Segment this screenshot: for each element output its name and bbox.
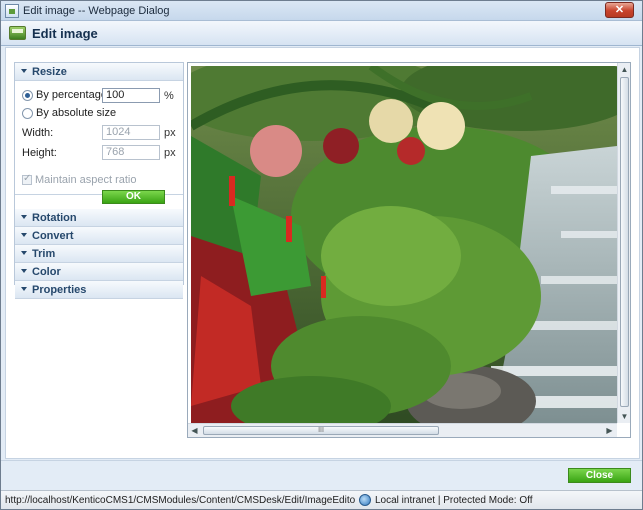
tools-panel: Resize By percentage 100 % By absolute s…	[14, 62, 184, 299]
width-label: Width:	[22, 127, 54, 139]
expand-arrow-icon	[21, 251, 27, 256]
window-close-button[interactable]: ✕	[605, 2, 634, 18]
percentage-input[interactable]: 100	[102, 88, 160, 103]
security-zone: Local intranet | Protected Mode: Off	[375, 495, 533, 506]
section-resize-header[interactable]: Resize	[15, 63, 183, 81]
by-absolute-radio[interactable]	[22, 107, 33, 119]
vertical-scroll-thumb[interactable]	[620, 77, 629, 407]
expand-arrow-icon	[21, 269, 27, 274]
garden-waterfall-image	[191, 66, 617, 429]
image-preview	[191, 66, 617, 429]
image-edit-icon	[9, 26, 26, 40]
status-url: http://localhost/KenticoCMS1/CMSModules/…	[5, 495, 355, 506]
section-label: Rotation	[32, 212, 77, 224]
percent-unit: %	[164, 90, 174, 102]
close-button[interactable]: Close	[568, 468, 631, 483]
maintain-aspect-label: Maintain aspect ratio	[35, 174, 137, 186]
width-input[interactable]: 1024	[102, 125, 160, 140]
scroll-down-icon[interactable]: ▼	[619, 411, 630, 422]
expand-arrow-icon	[21, 69, 27, 74]
image-preview-frame: ▲ ▼ ◀ III ▶	[187, 62, 631, 438]
section-label: Trim	[32, 248, 56, 260]
by-percentage-label: By percentage	[36, 89, 107, 102]
by-absolute-option[interactable]: By absolute size	[22, 107, 116, 121]
content-area: Resize By percentage 100 % By absolute s…	[5, 47, 640, 459]
dialog-title: Edit image	[32, 26, 98, 41]
title-bar: Edit image -- Webpage Dialog ✕	[1, 1, 642, 21]
vertical-scrollbar[interactable]: ▲ ▼	[617, 63, 630, 423]
section-convert-header[interactable]: Convert	[15, 227, 183, 245]
section-properties-header[interactable]: Properties	[15, 281, 183, 299]
by-percentage-option[interactable]: By percentage	[22, 89, 107, 103]
section-trim-header[interactable]: Trim	[15, 245, 183, 263]
status-bar: http://localhost/KenticoCMS1/CMSModules/…	[1, 490, 642, 509]
by-percentage-radio[interactable]	[22, 89, 33, 101]
section-label: Convert	[32, 230, 74, 242]
scroll-up-icon[interactable]: ▲	[619, 64, 630, 75]
by-absolute-label: By absolute size	[36, 107, 117, 120]
expand-arrow-icon	[21, 233, 27, 238]
section-resize-label: Resize	[32, 66, 67, 78]
dialog-window: Edit image -- Webpage Dialog ✕ Edit imag…	[0, 0, 643, 510]
section-label: Color	[32, 266, 61, 278]
scroll-right-icon[interactable]: ▶	[604, 425, 615, 436]
ok-button[interactable]: OK	[102, 190, 165, 204]
resize-section-body: By percentage 100 % By absolute size Wid…	[15, 81, 183, 204]
globe-icon	[359, 494, 371, 506]
dialog-header: Edit image	[1, 21, 642, 46]
window-title: Edit image -- Webpage Dialog	[23, 5, 170, 17]
height-input[interactable]: 768	[102, 145, 160, 160]
section-rotation-header[interactable]: Rotation	[15, 209, 183, 227]
height-label: Height:	[22, 147, 57, 159]
dialog-footer: Close	[1, 460, 642, 490]
section-color-header[interactable]: Color	[15, 263, 183, 281]
expand-arrow-icon	[21, 215, 27, 220]
section-label: Properties	[32, 284, 87, 296]
expand-arrow-icon	[21, 287, 27, 292]
maintain-aspect-checkbox[interactable]	[22, 173, 32, 185]
app-icon	[5, 4, 19, 18]
width-unit: px	[164, 127, 176, 139]
horizontal-scroll-thumb[interactable]: III	[203, 426, 439, 435]
height-unit: px	[164, 147, 176, 159]
scroll-left-icon[interactable]: ◀	[189, 425, 200, 436]
horizontal-scrollbar[interactable]: ◀ III ▶	[188, 423, 617, 437]
